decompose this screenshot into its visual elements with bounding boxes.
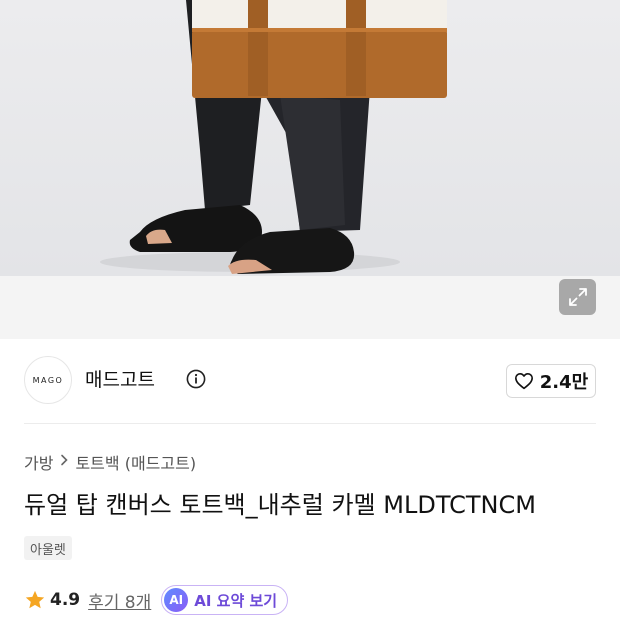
product-photo-illustration — [0, 0, 620, 276]
info-icon[interactable] — [186, 369, 206, 389]
star-icon — [25, 590, 45, 609]
expand-icon — [568, 288, 587, 306]
product-title: 듀얼 탑 캔버스 토트백_내추럴 카멜 MLDTCTNCM — [24, 491, 536, 519]
breadcrumb-item-tote[interactable]: 토트백 (매드고트) — [75, 450, 196, 474]
ai-summary-button[interactable]: AI AI 요약 보기 — [161, 585, 289, 615]
ai-icon-text: AI — [169, 593, 184, 607]
ai-summary-label: AI 요약 보기 — [194, 591, 278, 610]
product-image[interactable] — [0, 0, 620, 276]
image-footer — [0, 276, 620, 339]
breadcrumb: 가방 토트백 (매드고트) — [24, 451, 196, 473]
chevron-right-icon — [59, 454, 69, 470]
like-count: 2.4만 — [539, 372, 589, 393]
brand-logo-text: MAGO — [32, 375, 64, 385]
rating-value: 4.9 — [50, 590, 81, 610]
outlet-badge: 아울렛 — [24, 536, 72, 560]
expand-image-button[interactable] — [559, 279, 596, 315]
like-button[interactable]: 2.4만 — [506, 364, 596, 398]
heart-icon — [514, 372, 533, 390]
rating-row: 4.9 후기 8개 AI AI 요약 보기 — [24, 584, 289, 616]
ai-icon: AI — [164, 588, 189, 612]
brand-name[interactable]: 매드고트 — [85, 367, 155, 393]
brand-logo[interactable]: MAGO — [24, 356, 72, 404]
breadcrumb-item-bags[interactable]: 가방 — [24, 450, 53, 474]
brand-row: MAGO 매드고트 2.4만 — [24, 356, 596, 406]
divider — [24, 423, 596, 424]
review-count-link[interactable]: 후기 8개 — [88, 588, 151, 613]
